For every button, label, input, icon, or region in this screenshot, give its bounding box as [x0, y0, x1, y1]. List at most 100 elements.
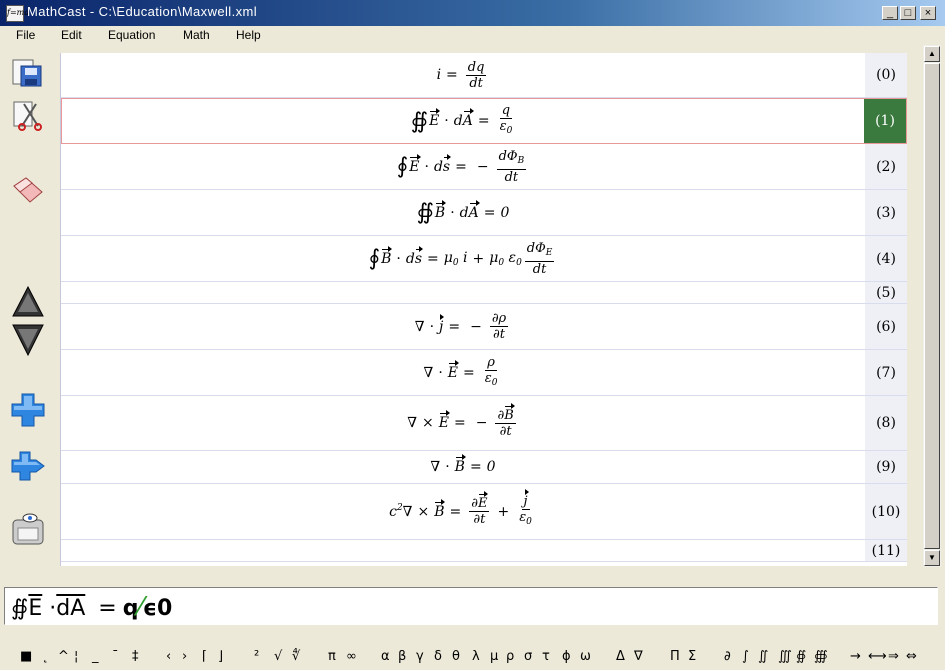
equation-number: (10) — [865, 484, 907, 539]
symbol-button[interactable]: ⇒ — [888, 649, 899, 664]
symbol-button[interactable]: ∰ — [814, 649, 828, 664]
equation-5[interactable] — [61, 282, 865, 303]
symbol-button[interactable]: ˛ — [42, 649, 49, 664]
symbol-button[interactable]: √ — [274, 649, 282, 664]
symbol-button[interactable]: ∫ — [742, 649, 749, 664]
symbol-button[interactable]: ∇ — [634, 649, 643, 664]
move-up-icon[interactable] — [10, 284, 46, 320]
equation-8[interactable]: ∇ × E = − ∂B ∂t — [61, 396, 865, 450]
menu-equation[interactable]: Equation — [108, 28, 155, 42]
equation-7[interactable]: ∇ · E = ρ ε0 — [61, 350, 865, 395]
symbol-button[interactable]: μ — [490, 649, 498, 664]
equation-number: (11) — [865, 540, 907, 561]
symbol-button[interactable]: ■ — [20, 649, 32, 664]
equation-number: (0) — [865, 53, 907, 97]
close-button[interactable]: × — [920, 6, 936, 20]
symbol-button[interactable]: ‹ — [166, 649, 171, 664]
equation-1[interactable]: ∯ E · d A = q ε0 — [62, 99, 866, 143]
symbol-button[interactable]: › — [182, 649, 187, 664]
add-equation-icon[interactable] — [10, 392, 46, 428]
symbol-button[interactable]: β — [398, 649, 406, 664]
eraser-icon[interactable] — [10, 172, 46, 208]
window-title: MathCast - C:\Education\Maxwell.xml — [27, 4, 258, 19]
symbol-button[interactable]: π — [328, 649, 336, 664]
scroll-thumb[interactable] — [924, 63, 940, 549]
symbol-button[interactable]: ρ — [506, 649, 514, 664]
equation-10[interactable]: c2 ∇ × B = ∂E ∂t + j ε0 — [61, 484, 865, 539]
equation-3[interactable]: ∯ B · d A = 0 — [61, 190, 865, 235]
symbol-button[interactable]: ^ — [58, 649, 69, 664]
equation-number: (1) — [864, 99, 906, 143]
scroll-up-button[interactable]: ▲ — [924, 46, 940, 62]
symbol-button[interactable]: Σ — [688, 649, 696, 664]
equation-row-10[interactable]: c2 ∇ × B = ∂E ∂t + j ε0 (10) — [61, 484, 907, 540]
menu-file[interactable]: File — [16, 28, 35, 42]
screen-reader-icon[interactable] — [10, 512, 46, 548]
symbol-button[interactable]: θ — [452, 649, 460, 664]
symbol-button[interactable]: Π — [670, 649, 680, 664]
equation-row-2[interactable]: ∮ E · d s = − dΦB dt (2) — [61, 144, 907, 190]
equation-4[interactable]: ∮ B · d s = μ0 i + μ0 ε0 dΦE dt — [61, 236, 865, 281]
symbol-button[interactable]: ‡ — [132, 649, 139, 664]
menu-math[interactable]: Math — [183, 28, 210, 42]
cut-icon[interactable] — [10, 98, 46, 134]
symbol-palette: ■ ˛ ^ ¦ _ ¯ ‡ ‹ › ⌈ ⌋ ² √ ∜ π ∞ α β γ δ θ λ μ ρ σ τ ϕ ω Δ ∇ Π Σ ∂ ∫ ∬ ∭ ∯ ∰ → ⟷… — [0, 646, 945, 670]
equation-row-6[interactable]: ∇ · j = − ∂ρ ∂t (6) — [61, 304, 907, 350]
symbol-button[interactable]: ¦ — [74, 649, 78, 664]
symbol-button[interactable]: ω — [580, 649, 591, 664]
insert-equation-icon[interactable] — [10, 448, 46, 484]
equation-row-4[interactable]: ∮ B · d s = μ0 i + μ0 ε0 dΦE dt (4) — [61, 236, 907, 282]
equation-row-5[interactable]: (5) — [61, 282, 907, 304]
symbol-button[interactable]: σ — [524, 649, 532, 664]
symbol-button[interactable]: ⟷ — [868, 649, 887, 664]
scroll-down-button[interactable]: ▼ — [924, 550, 940, 566]
symbol-button[interactable]: ∬ — [758, 649, 768, 664]
symbol-button[interactable]: ¯ — [112, 649, 119, 664]
equation-row-0[interactable]: i = dq dt (0) — [61, 53, 907, 98]
left-toolbar — [0, 46, 58, 566]
symbol-button[interactable]: Δ — [616, 649, 625, 664]
symbol-button[interactable]: ∞ — [346, 649, 357, 664]
symbol-button[interactable]: ∯ — [796, 649, 806, 664]
equation-number: (3) — [865, 190, 907, 235]
symbol-button[interactable]: ∂ — [724, 649, 731, 664]
symbol-button[interactable]: λ — [472, 649, 480, 664]
symbol-button[interactable]: ∭ — [778, 649, 792, 664]
move-down-icon[interactable] — [10, 322, 46, 358]
equation-11[interactable] — [61, 540, 865, 561]
symbol-button[interactable]: ⇔ — [906, 649, 917, 664]
equation-row-11[interactable]: (11) — [61, 540, 907, 562]
symbol-button[interactable]: ∜ — [292, 649, 300, 664]
symbol-button[interactable]: ⌋ — [218, 649, 223, 664]
equation-number: (6) — [865, 304, 907, 349]
equation-number: (2) — [865, 144, 907, 189]
equation-number: (7) — [865, 350, 907, 395]
maximize-button[interactable]: □ — [900, 6, 916, 20]
equation-editor[interactable]: ∯E ·dA = q⁄ϵ0 — [4, 587, 938, 625]
symbol-button[interactable]: → — [850, 649, 861, 664]
equation-list: i = dq dt (0) ∯ E · d A = q ε0 (1) ∮ E · d s = − dΦB dt… — [60, 53, 907, 566]
symbol-button[interactable]: ⌈ — [202, 649, 207, 664]
symbol-button[interactable]: δ — [434, 649, 442, 664]
vertical-scrollbar[interactable]: ▲ ▼ — [923, 45, 941, 567]
menu-edit[interactable]: Edit — [61, 28, 82, 42]
symbol-button[interactable]: ϕ — [562, 649, 571, 664]
equation-row-3[interactable]: ∯ B · d A = 0 (3) — [61, 190, 907, 236]
equation-row-9[interactable]: ∇ · B = 0 (9) — [61, 451, 907, 484]
equation-row-8[interactable]: ∇ × E = − ∂B ∂t (8) — [61, 396, 907, 451]
equation-9[interactable]: ∇ · B = 0 — [61, 451, 865, 483]
menu-help[interactable]: Help — [236, 28, 261, 42]
symbol-button[interactable]: γ — [416, 649, 424, 664]
symbol-button[interactable]: α — [381, 649, 390, 664]
save-icon[interactable] — [10, 56, 46, 92]
equation-6[interactable]: ∇ · j = − ∂ρ ∂t — [61, 304, 865, 349]
app-icon[interactable]: f=ma — [6, 5, 29, 22]
symbol-button[interactable]: τ — [542, 649, 550, 664]
symbol-button[interactable]: ² — [254, 649, 259, 664]
equation-0[interactable]: i = dq dt — [61, 53, 865, 97]
equation-row-1[interactable]: ∯ E · d A = q ε0 (1) — [61, 98, 907, 144]
minimize-button[interactable]: _ — [882, 6, 898, 20]
symbol-button[interactable]: _ — [92, 649, 99, 664]
equation-2[interactable]: ∮ E · d s = − dΦB dt — [61, 144, 865, 189]
equation-row-7[interactable]: ∇ · E = ρ ε0 (7) — [61, 350, 907, 396]
